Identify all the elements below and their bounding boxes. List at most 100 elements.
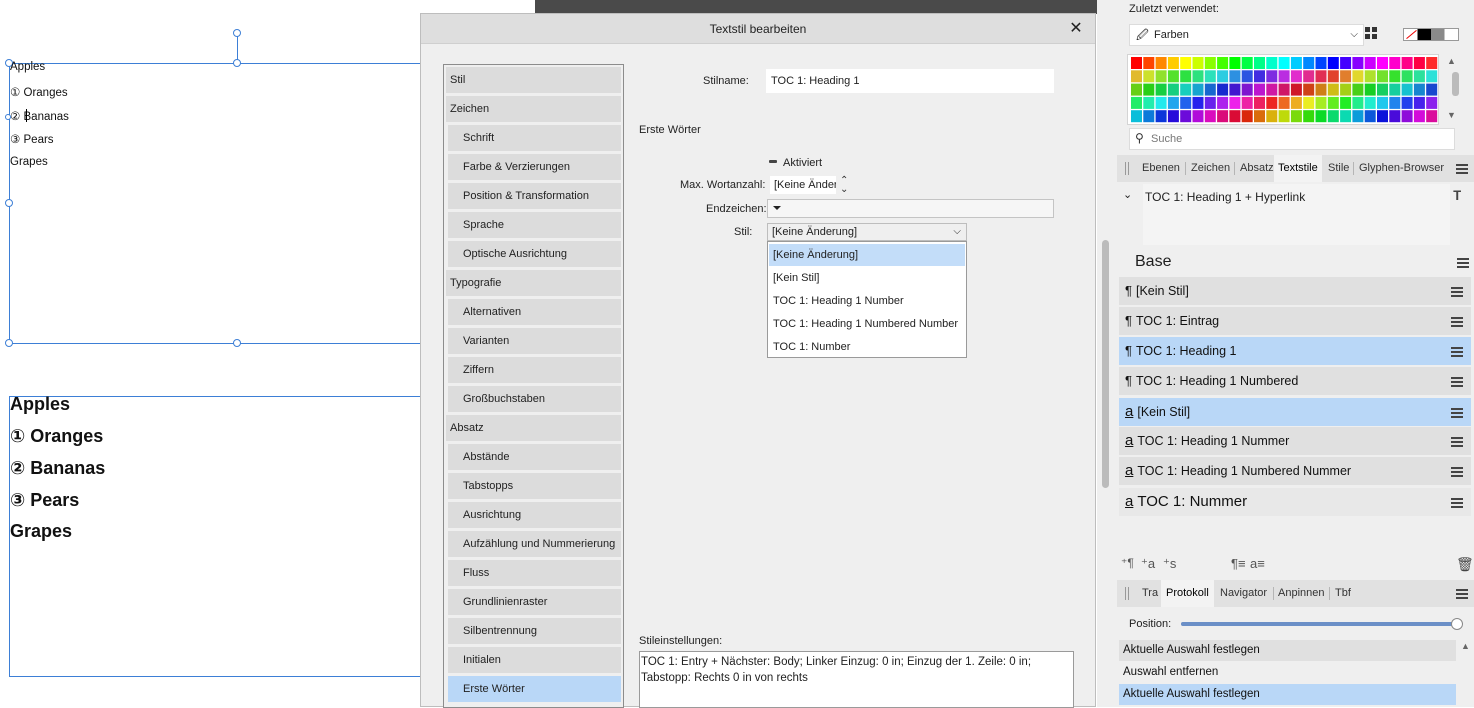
color-swatch[interactable]	[1327, 57, 1339, 69]
color-swatch[interactable]	[1377, 70, 1388, 83]
color-swatch[interactable]	[1278, 70, 1290, 83]
stil-select[interactable]: [Keine Änderung] ⌵	[767, 223, 967, 241]
color-swatch[interactable]	[1217, 96, 1229, 109]
color-swatch[interactable]	[1290, 110, 1302, 123]
color-swatch[interactable]	[1217, 110, 1229, 123]
color-swatch[interactable]	[1364, 70, 1376, 83]
tab-glyphen-browser[interactable]: Glyphen-Browser	[1359, 155, 1444, 182]
color-swatch[interactable]	[1303, 83, 1315, 96]
color-swatch[interactable]	[1364, 96, 1376, 109]
color-swatch[interactable]	[1413, 57, 1425, 69]
color-swatch[interactable]	[1401, 96, 1413, 109]
style-row-menu-icon[interactable]	[1451, 467, 1463, 477]
color-swatch[interactable]	[1266, 83, 1278, 96]
color-swatch[interactable]	[1131, 57, 1142, 69]
resize-handle-bottom[interactable]	[233, 339, 241, 347]
color-swatch[interactable]	[1413, 110, 1425, 123]
color-swatch[interactable]	[1340, 83, 1352, 96]
color-swatch[interactable]	[1241, 83, 1253, 96]
list-item-large[interactable]: Apples	[10, 394, 70, 415]
color-swatch[interactable]	[1192, 70, 1204, 83]
list-item-large[interactable]: ② Bananas	[10, 458, 105, 479]
color-swatch[interactable]	[1303, 96, 1315, 109]
chevron-down-icon[interactable]: ⌄	[1123, 188, 1132, 201]
tab-stile[interactable]: Stile	[1328, 155, 1349, 182]
color-swatch[interactable]	[1217, 57, 1229, 69]
category-item[interactable]: Silbentrennung	[448, 618, 621, 644]
style-row[interactable]: ¶ TOC 1: Eintrag	[1119, 307, 1471, 335]
style-row[interactable]: ¶ TOC 1: Heading 1	[1119, 337, 1471, 365]
color-swatch[interactable]	[1340, 70, 1352, 83]
category-item[interactable]: Schrift	[448, 125, 621, 151]
category-item[interactable]: Stil	[446, 67, 621, 93]
color-swatch[interactable]	[1413, 96, 1425, 109]
color-swatch[interactable]	[1155, 83, 1167, 96]
color-swatch[interactable]	[1327, 110, 1339, 123]
color-swatch[interactable]	[1377, 57, 1388, 69]
color-swatch[interactable]	[1303, 57, 1315, 69]
resize-handle-bottom-left[interactable]	[5, 339, 13, 347]
list-item[interactable]: ② Bananas	[10, 109, 69, 123]
color-swatch[interactable]	[1401, 57, 1413, 69]
color-swatch[interactable]	[1377, 96, 1388, 109]
color-swatch[interactable]	[1229, 57, 1241, 69]
history-item[interactable]: Auswahl entfernen	[1119, 662, 1456, 683]
dropdown-option[interactable]: [Kein Stil]	[769, 267, 965, 289]
color-swatch[interactable]	[1143, 70, 1155, 83]
color-swatch[interactable]	[1413, 83, 1425, 96]
color-swatch[interactable]	[1192, 83, 1204, 96]
color-swatch[interactable]	[1143, 57, 1155, 69]
color-swatch[interactable]	[1290, 70, 1302, 83]
color-swatch[interactable]	[1278, 57, 1290, 69]
color-swatch[interactable]	[1352, 57, 1364, 69]
style-row[interactable]: ¶ TOC 1: Heading 1 Numbered	[1119, 367, 1471, 395]
tab-zeichen[interactable]: Zeichen	[1191, 155, 1230, 182]
stepper-icon[interactable]: ⌃ ⌄	[840, 176, 848, 195]
palette-scroll-down-icon[interactable]: ▼	[1447, 110, 1456, 120]
category-item[interactable]: Fluss	[448, 560, 621, 586]
base-menu-icon[interactable]	[1457, 258, 1469, 268]
color-swatch[interactable]	[1180, 110, 1192, 123]
tab-navigator[interactable]: Navigator	[1220, 580, 1267, 607]
resize-handle-top[interactable]	[233, 59, 241, 67]
new-paragraph-style-icon[interactable]: ⁺¶	[1121, 556, 1134, 570]
grip-icon[interactable]	[1125, 162, 1126, 175]
tab-absatz[interactable]: Absatz	[1240, 155, 1274, 182]
style-row-menu-icon[interactable]	[1451, 498, 1463, 508]
palette-scroll-up-icon[interactable]: ▲	[1447, 56, 1456, 66]
color-swatch[interactable]	[1143, 96, 1155, 109]
panel-menu-icon[interactable]	[1456, 164, 1468, 174]
color-swatch[interactable]	[1180, 96, 1192, 109]
style-row[interactable]: ¶ [Kein Stil]	[1119, 277, 1471, 305]
color-mode-select[interactable]: 🖉 Farben ⌵	[1129, 24, 1364, 46]
dropdown-option[interactable]: TOC 1: Heading 1 Numbered Number	[769, 313, 965, 335]
color-swatch[interactable]	[1389, 96, 1401, 109]
category-item[interactable]: Typografie	[446, 270, 621, 296]
color-swatch[interactable]	[1131, 83, 1142, 96]
tab-ebenen[interactable]: Ebenen	[1142, 155, 1180, 182]
tab-tra[interactable]: Tra	[1142, 580, 1158, 607]
color-swatch[interactable]	[1204, 96, 1216, 109]
style-row-menu-icon[interactable]	[1451, 408, 1463, 418]
color-swatch[interactable]	[1131, 96, 1142, 109]
color-swatch[interactable]	[1217, 83, 1229, 96]
color-swatch[interactable]	[1389, 110, 1401, 123]
style-row[interactable]: a TOC 1: Heading 1 Nummer	[1119, 427, 1471, 455]
style-row[interactable]: a TOC 1: Nummer	[1119, 488, 1471, 516]
add-swatch-icon[interactable]	[1365, 27, 1379, 41]
style-row-menu-icon[interactable]	[1451, 317, 1463, 327]
color-swatch[interactable]	[1204, 57, 1216, 69]
aktiviert-label[interactable]: Aktiviert	[783, 157, 822, 169]
apply-paragraph-style-icon[interactable]: ¶≡	[1231, 556, 1246, 571]
new-group-style-icon[interactable]: ⁺s	[1163, 556, 1176, 572]
color-swatch[interactable]	[1413, 70, 1425, 83]
color-swatch[interactable]	[1327, 83, 1339, 96]
color-swatch[interactable]	[1315, 57, 1327, 69]
search-input[interactable]: ⚲ Suche	[1129, 128, 1455, 150]
category-item[interactable]: Varianten	[448, 328, 621, 354]
endzeichen-field[interactable]	[767, 199, 1054, 218]
category-item[interactable]: Großbuchstaben	[448, 386, 621, 412]
category-item[interactable]: Zeichen	[446, 96, 621, 122]
dropdown-option[interactable]: TOC 1: Number	[769, 336, 965, 358]
color-swatch[interactable]	[1290, 96, 1302, 109]
